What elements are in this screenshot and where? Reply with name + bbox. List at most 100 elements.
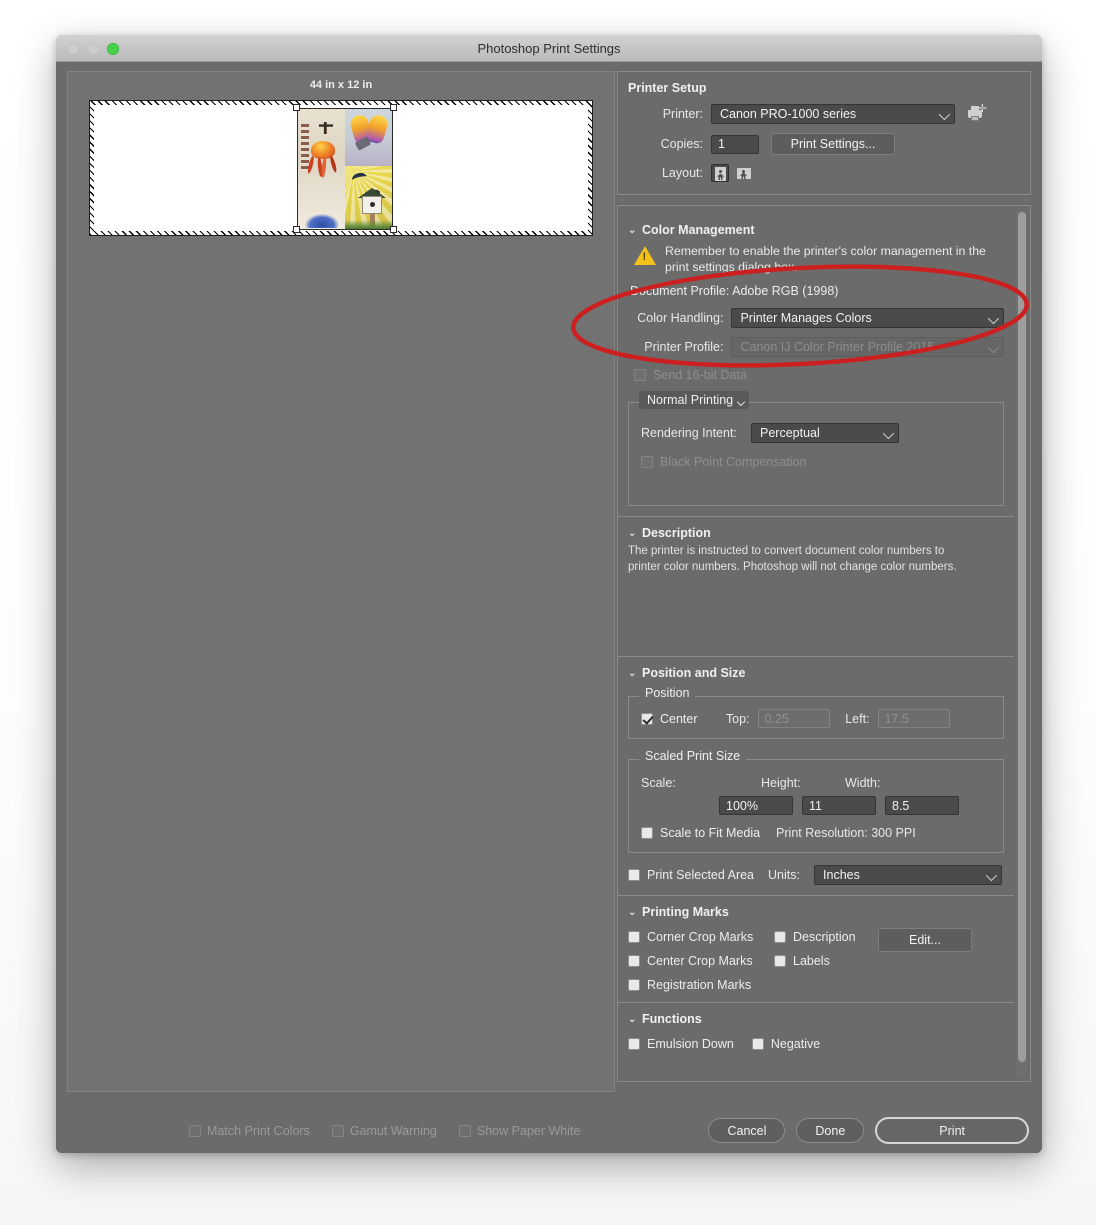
printing-mode-dropdown[interactable]: Normal Printing <box>639 391 749 409</box>
match-print-colors-option[interactable]: Match Print Colors <box>189 1124 310 1138</box>
match-print-colors-checkbox[interactable] <box>189 1125 201 1137</box>
chevron-down-icon-marks[interactable]: ⌄ <box>628 907 637 918</box>
screen: Photoshop Print Settings 44 in x 12 in <box>0 0 1096 1225</box>
corner-crop-marks-option[interactable]: Corner Crop Marks <box>628 930 774 944</box>
width-label: Width: <box>845 776 929 790</box>
layout-portrait-icon[interactable] <box>711 164 729 182</box>
registration-marks-checkbox[interactable] <box>628 979 640 991</box>
height-input[interactable]: 11 <box>802 796 876 815</box>
negative-option[interactable]: Negative <box>752 1037 820 1051</box>
position-row: Center Top: 0.25 Left: 17.5 <box>641 709 991 728</box>
cancel-button[interactable]: Cancel <box>708 1118 785 1143</box>
gamut-warning-option[interactable]: Gamut Warning <box>332 1124 437 1138</box>
printing-marks-section: ⌄Printing Marks Corner Crop Marks <box>618 895 1014 1002</box>
width-input[interactable]: 8.5 <box>885 796 959 815</box>
left-label: Left: <box>830 712 878 726</box>
width-value: 8.5 <box>892 799 909 813</box>
chevron-down-icon-functions[interactable]: ⌄ <box>628 1014 637 1025</box>
rendering-intent-select[interactable]: Perceptual <box>751 423 899 443</box>
chevron-down-icon-description[interactable]: ⌄ <box>628 528 637 539</box>
copies-label: Copies: <box>628 137 711 151</box>
emulsion-down-checkbox[interactable] <box>628 1038 640 1050</box>
paper-surface <box>94 105 588 231</box>
resize-handle-top-left[interactable] <box>293 104 300 111</box>
corner-crop-marks-checkbox[interactable] <box>628 931 640 943</box>
scale-to-fit-label: Scale to Fit Media <box>660 826 760 840</box>
dialog-footer-buttons: Cancel Done Print <box>708 1117 1029 1144</box>
edit-marks-button[interactable]: Edit... <box>878 928 972 952</box>
negative-checkbox[interactable] <box>752 1038 764 1050</box>
printing-marks-title: ⌄Printing Marks <box>628 905 1004 919</box>
description-mark-checkbox[interactable] <box>774 931 786 943</box>
printing-marks-body: Corner Crop Marks Center Crop Marks Regi… <box>628 930 1004 992</box>
resize-handle-bottom-left[interactable] <box>293 226 300 233</box>
labels-mark-checkbox[interactable] <box>774 955 786 967</box>
send-16bit-option: Send 16-bit Data <box>628 368 1004 382</box>
resize-handle-top-right[interactable] <box>390 104 397 111</box>
copies-input[interactable]: 1 <box>711 135 759 154</box>
print-button-label: Print <box>939 1124 965 1138</box>
registration-marks-option[interactable]: Registration Marks <box>628 978 774 992</box>
position-legend: Position <box>639 686 695 700</box>
description-mark-option[interactable]: Description <box>774 930 878 944</box>
resize-handle-bottom-right[interactable] <box>390 226 397 233</box>
settings-scrollbar-thumb[interactable] <box>1018 212 1026 1062</box>
emulsion-down-option[interactable]: Emulsion Down <box>628 1037 734 1051</box>
top-input: 0.25 <box>758 709 830 728</box>
description-body: The printer is instructed to convert doc… <box>628 544 978 574</box>
paper-preview[interactable] <box>89 100 593 236</box>
copies-row: Copies: 1 Print Settings... <box>628 133 1020 155</box>
center-crop-marks-checkbox[interactable] <box>628 955 640 967</box>
print-settings-button[interactable]: Print Settings... <box>771 133 895 155</box>
scale-to-fit-option[interactable]: Scale to Fit Media <box>641 826 760 840</box>
scale-to-fit-checkbox[interactable] <box>641 827 653 839</box>
done-button[interactable]: Done <box>796 1118 864 1143</box>
chevron-down-icon-position[interactable]: ⌄ <box>628 668 637 679</box>
functions-section: ⌄Functions Emulsion Down Negative <box>618 1002 1014 1081</box>
chevron-down-icon[interactable]: ⌄ <box>628 225 637 236</box>
close-button-icon[interactable] <box>67 43 79 55</box>
color-management-section: ⌄Color Management Remember to enable the… <box>618 216 1014 516</box>
print-preview-pane[interactable]: 44 in x 12 in <box>67 71 615 1092</box>
settings-scrollbar[interactable] <box>1016 210 1027 1077</box>
center-checkbox[interactable] <box>641 713 653 725</box>
gamut-warning-checkbox[interactable] <box>332 1125 344 1137</box>
printer-profile-value: Canon IJ Color Printer Profile 2015 <box>740 340 934 354</box>
print-selected-area-row: Print Selected Area Units: Inches <box>628 865 1004 885</box>
description-mark-label: Description <box>793 930 856 944</box>
scale-input[interactable]: 100% <box>719 796 793 815</box>
printer-profile-select: Canon IJ Color Printer Profile 2015 <box>731 337 1004 357</box>
black-point-label: Black Point Compensation <box>660 455 807 469</box>
done-button-label: Done <box>815 1124 845 1138</box>
print-selected-area-checkbox[interactable] <box>628 869 640 881</box>
units-select[interactable]: Inches <box>814 865 1002 885</box>
zoom-button-icon[interactable] <box>107 43 119 55</box>
layout-landscape-icon[interactable] <box>735 164 753 182</box>
center-crop-marks-option[interactable]: Center Crop Marks <box>628 954 774 968</box>
position-box: Position Center Top: 0.25 Left <box>628 696 1004 739</box>
functions-title: ⌄Functions <box>628 1012 1004 1026</box>
cancel-button-label: Cancel <box>727 1124 766 1138</box>
labels-mark-option[interactable]: Labels <box>774 954 878 968</box>
show-paper-white-checkbox[interactable] <box>459 1125 471 1137</box>
black-point-checkbox <box>641 456 653 468</box>
size-fields-row: 100% 11 8.5 <box>641 796 991 815</box>
warning-triangle-icon <box>634 246 656 265</box>
preview-options-row: Match Print Colors Gamut Warning Show Pa… <box>189 1124 580 1138</box>
color-handling-select[interactable]: Printer Manages Colors <box>731 308 1004 328</box>
send-16bit-label: Send 16-bit Data <box>653 368 747 382</box>
print-button[interactable]: Print <box>875 1117 1029 1144</box>
units-label: Units: <box>768 868 814 882</box>
printer-select[interactable]: Canon PRO-1000 series <box>711 104 955 124</box>
top-value: 0.25 <box>765 712 789 726</box>
print-selected-area-label: Print Selected Area <box>647 868 754 882</box>
center-option[interactable]: Center <box>641 712 698 726</box>
printer-add-icon[interactable]: ✛ <box>966 104 988 124</box>
match-print-colors-label: Match Print Colors <box>207 1124 310 1138</box>
minimize-button-icon[interactable] <box>87 43 99 55</box>
show-paper-white-option[interactable]: Show Paper White <box>459 1124 581 1138</box>
corner-crop-marks-label: Corner Crop Marks <box>647 930 753 944</box>
print-settings-button-label: Print Settings... <box>791 137 876 151</box>
print-selected-area-option[interactable]: Print Selected Area <box>628 868 754 882</box>
printer-profile-label: Printer Profile: <box>628 340 731 354</box>
